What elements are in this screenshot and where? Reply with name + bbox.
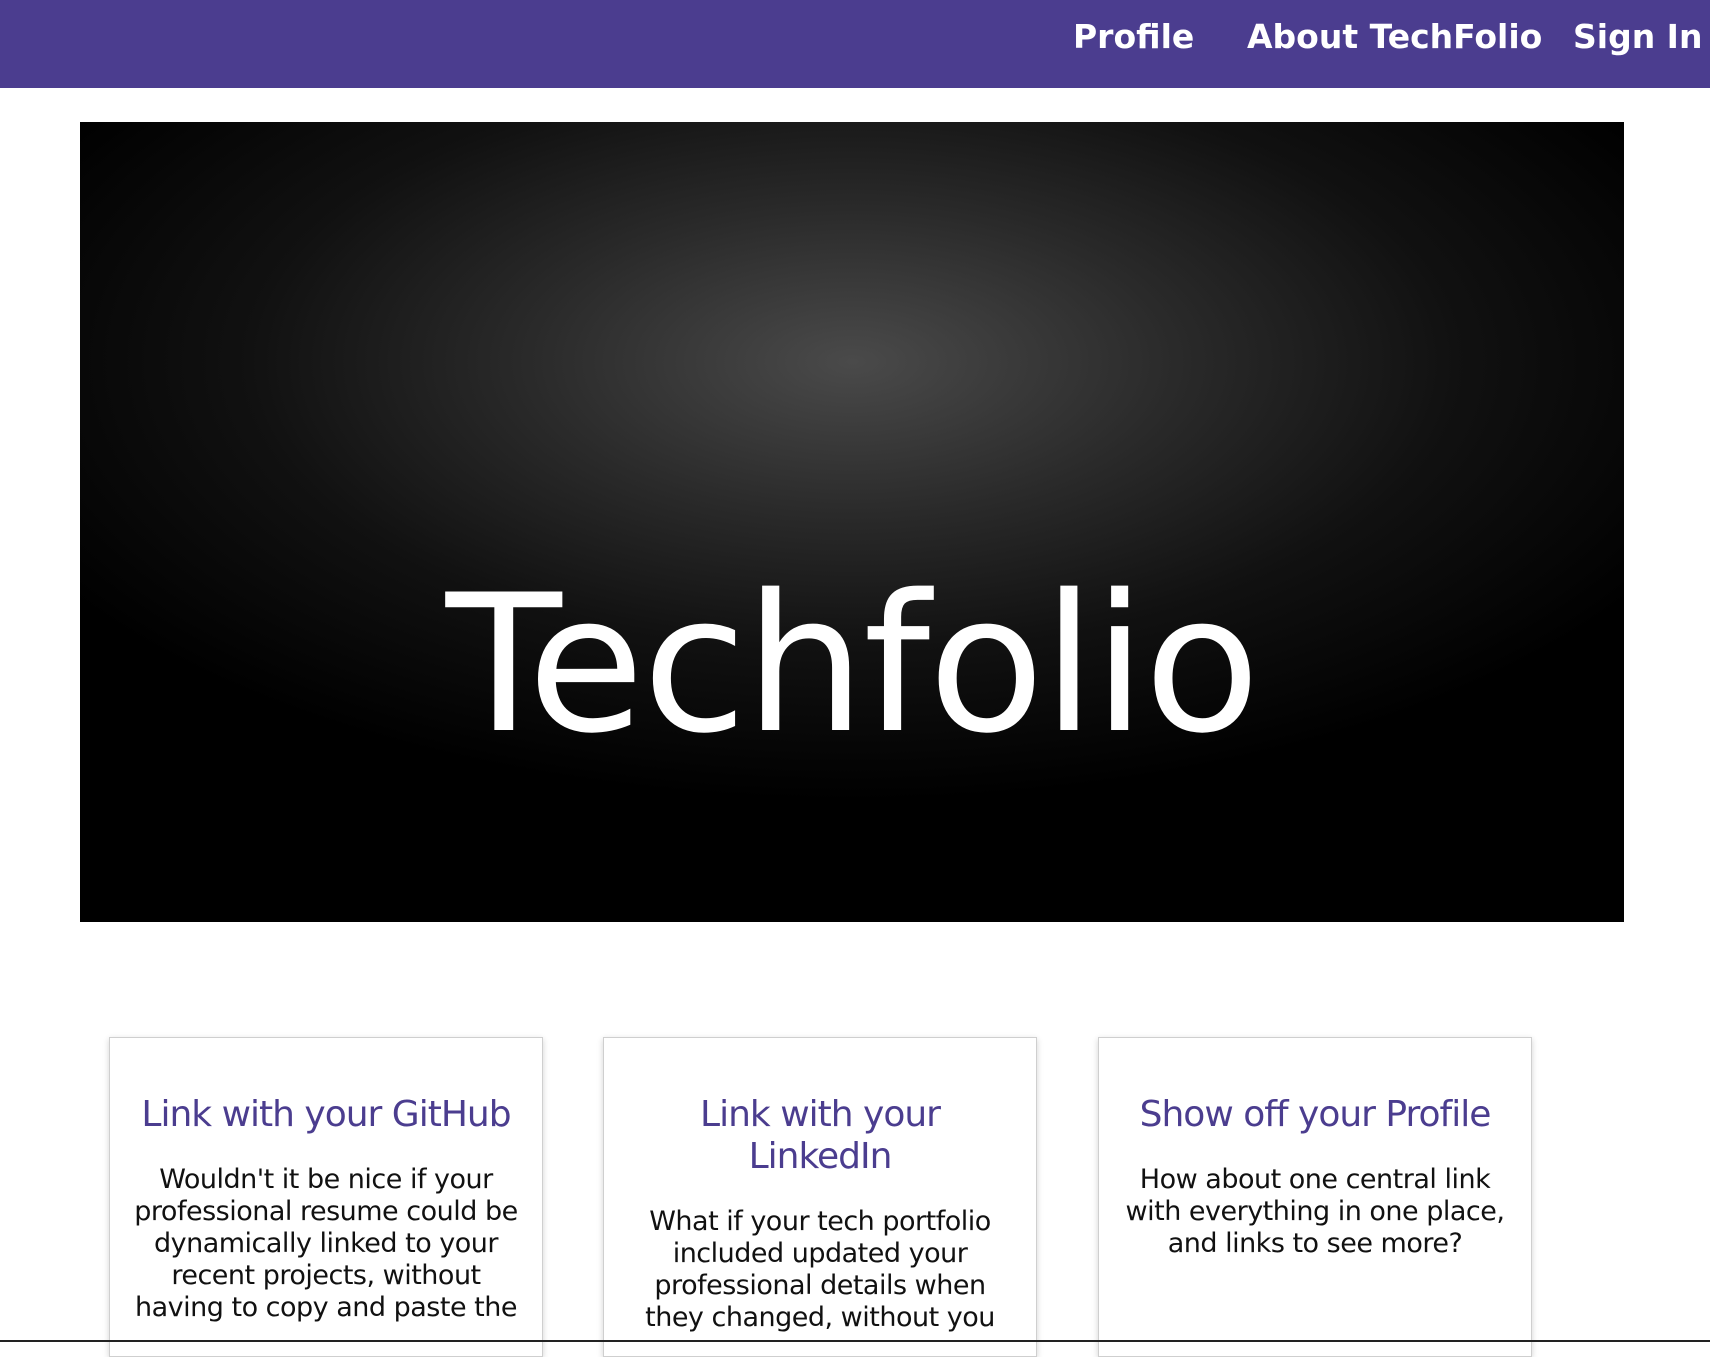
feature-card-profile: Show off your Profile How about one cent… [1098,1037,1532,1357]
feature-card-linkedin: Link with your LinkedIn What if your tec… [603,1037,1037,1357]
nav-link-about[interactable]: About TechFolio [1247,0,1542,88]
card-title: Link with your LinkedIn [700,1094,941,1177]
nav-link-profile[interactable]: Profile [1073,0,1194,88]
card-title: Link with your GitHub [141,1094,511,1135]
hero-logo-title: Techfolio [445,554,1261,775]
nav-link-sign-in[interactable]: Sign In [1573,0,1702,88]
card-text: Wouldn't it be nice if your professional… [134,1164,518,1323]
card-text: What if your tech portfolio included upd… [645,1206,995,1333]
feature-card-github: Link with your GitHub Wouldn't it be nic… [109,1037,543,1357]
card-title: Show off your Profile [1139,1094,1492,1135]
hero-banner: Techfolio [80,122,1624,922]
top-navbar: Profile About TechFolio Sign In [0,0,1710,88]
card-text: How about one central link with everythi… [1125,1164,1505,1259]
